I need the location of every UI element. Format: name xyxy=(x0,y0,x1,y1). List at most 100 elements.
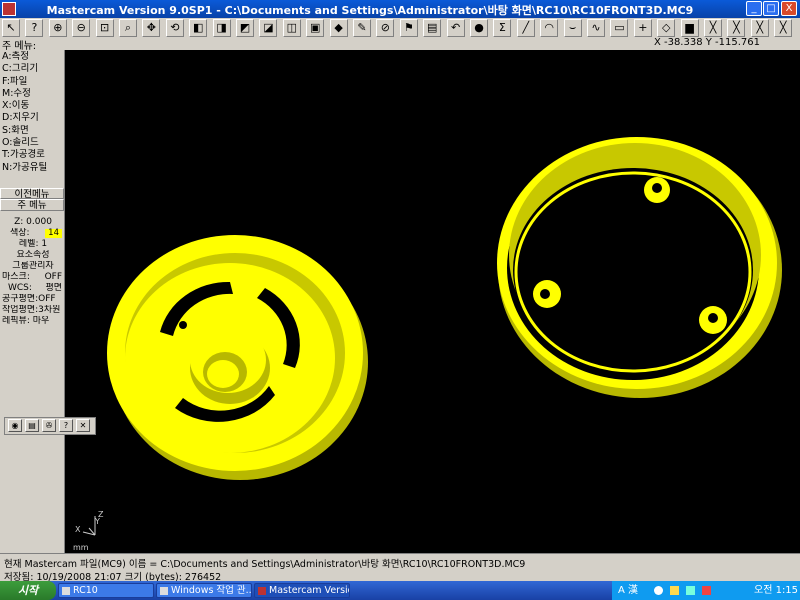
wrench-icon[interactable]: ✇ xyxy=(42,419,56,432)
attributes-button[interactable]: 요소속성 xyxy=(0,250,64,261)
move-icon[interactable]: ✥ xyxy=(142,19,161,37)
windows-taskbar: 시작 RC10 Windows 작업 관... Mastercam Versio… xyxy=(0,581,800,600)
system-tray: A 漢 오전 1:15 xyxy=(612,581,800,600)
level-label: 레벨: xyxy=(18,238,39,249)
close-x-icon-glyph: ╳ xyxy=(733,21,740,34)
group-manager-button[interactable]: 그룹관리자 xyxy=(0,261,64,272)
cube-view-icon[interactable]: ◫ xyxy=(282,19,301,37)
curve-icon[interactable]: ⌣ xyxy=(563,19,582,37)
cube-iso-icon-glyph: ◪ xyxy=(263,21,274,34)
close-x-icon[interactable]: ╳ xyxy=(750,19,769,37)
prev-menu-button[interactable]: 이전메뉴 xyxy=(0,187,64,200)
close-x-icon[interactable]: ╳ xyxy=(727,19,746,37)
cube-wire-icon[interactable]: ▣ xyxy=(306,19,325,37)
main-menu-button[interactable]: 주 메뉴 xyxy=(0,199,64,211)
main-menu-item[interactable]: T:가공경로 xyxy=(0,149,64,161)
task-mastercam[interactable]: Mastercam Versio... xyxy=(254,583,350,598)
level-button[interactable]: 레벨: 1 xyxy=(0,239,64,250)
task-task-manager[interactable]: Windows 작업 관... xyxy=(156,583,252,598)
sphere-icon[interactable]: ● xyxy=(470,19,488,37)
close-x-icon-glyph: ╳ xyxy=(756,21,764,34)
main-menu-item[interactable]: S:화면 xyxy=(0,125,64,137)
network-icon[interactable] xyxy=(654,586,663,595)
rotate-icon[interactable]: ⟲ xyxy=(165,19,184,37)
tool-plane-button[interactable]: 공구평면:OFF xyxy=(0,294,64,305)
cube-iso-icon[interactable]: ◪ xyxy=(259,19,278,37)
curve-icon-glyph: ⌣ xyxy=(568,21,577,34)
level-value: 1 xyxy=(41,238,48,249)
zoom-fit-icon-glyph: ⊡ xyxy=(99,21,110,34)
cube-side-icon[interactable]: ◩ xyxy=(236,19,254,37)
diamond-icon[interactable]: ◇ xyxy=(657,19,676,37)
spline-icon[interactable]: ∿ xyxy=(587,19,605,37)
graphics-viewport[interactable]: Z X Y mm xyxy=(65,50,800,553)
no-entry-icon[interactable]: ⊘ xyxy=(376,19,395,37)
help-icon[interactable]: ? xyxy=(25,19,44,37)
save-icon[interactable]: ▤ xyxy=(25,419,39,432)
clock[interactable]: 오전 1:15 xyxy=(754,581,798,600)
cube-wire-icon-glyph: ▣ xyxy=(309,21,321,34)
color-button[interactable]: 색상: 14 xyxy=(0,228,64,239)
task-rc10[interactable]: RC10 xyxy=(58,583,154,598)
wcs-button[interactable]: WCS: 평면 xyxy=(0,283,64,294)
close-x-icon[interactable]: ╳ xyxy=(704,19,722,37)
cube-front-icon[interactable]: ◨ xyxy=(212,19,231,37)
ime-indicator[interactable]: A 漢 xyxy=(618,581,638,600)
cube-shade-icon[interactable]: ◆ xyxy=(329,19,348,37)
attributes-icon-glyph: ▤ xyxy=(426,21,438,34)
axis-triad: Z X Y mm xyxy=(73,510,104,552)
attributes-icon[interactable]: ▤ xyxy=(423,19,442,37)
graphic-view-button[interactable]: 레픽뷰: 마우 xyxy=(0,316,64,327)
shield-icon[interactable] xyxy=(670,586,679,595)
rectangle-icon[interactable]: ▭ xyxy=(610,19,629,37)
model-canvas: Z X Y mm xyxy=(73,137,782,552)
folder-icon[interactable]: ▆ xyxy=(680,19,699,37)
maximize-button[interactable]: □ xyxy=(763,1,779,16)
mask-button[interactable]: 마스크: OFF xyxy=(0,272,64,283)
close-x-icon[interactable]: ╳ xyxy=(774,19,793,37)
cube-shade-icon-glyph: ◆ xyxy=(334,21,343,34)
plus-icon[interactable]: + xyxy=(633,19,652,37)
main-menu-item[interactable]: N:가공유틸 xyxy=(0,162,64,174)
flag-icon-glyph: ⚑ xyxy=(403,21,414,34)
pen-icon[interactable]: ✎ xyxy=(353,19,371,37)
sigma-icon[interactable]: Σ xyxy=(493,19,512,37)
axis-y-label: Y xyxy=(94,517,100,526)
close-button[interactable]: X xyxy=(781,1,797,16)
z-depth-button[interactable]: Z: 0.000 xyxy=(0,217,64,228)
pointer-icon[interactable]: ↖ xyxy=(2,19,20,37)
zoom-out-icon[interactable]: ⊖ xyxy=(72,19,91,37)
volume-icon[interactable] xyxy=(686,586,695,595)
spline-icon-glyph: ∿ xyxy=(591,21,601,34)
zoom-fit-icon[interactable]: ⊡ xyxy=(95,19,114,37)
cube-view-icon-glyph: ◫ xyxy=(286,21,297,34)
start-button[interactable]: 시작 xyxy=(0,581,56,600)
close-icon[interactable]: ✕ xyxy=(76,419,90,432)
minimize-button[interactable]: _ xyxy=(746,1,762,16)
zoom-window-icon[interactable]: ⌕ xyxy=(119,19,137,37)
status-bar: 현재 Mastercam 파일(MC9) 이름 = C:\Documents a… xyxy=(0,553,800,583)
cube-top-icon[interactable]: ◧ xyxy=(189,19,208,37)
title-bar: Mastercam Version 9.0SP1 - C:\Documents … xyxy=(0,0,800,18)
undo-icon[interactable]: ↶ xyxy=(446,19,465,37)
main-menu-item[interactable]: M:수정 xyxy=(0,88,64,100)
pointer-icon-glyph: ↖ xyxy=(6,21,16,34)
main-menu-item[interactable]: D:지우기 xyxy=(0,112,64,124)
gview-label: 레픽뷰: xyxy=(2,315,30,326)
main-menu-item[interactable]: X:이동 xyxy=(0,100,64,112)
pen-icon-glyph: ✎ xyxy=(357,21,367,34)
arc-icon[interactable]: ◠ xyxy=(540,19,559,37)
main-menu-item[interactable]: A:측정 xyxy=(0,51,64,63)
diamond-icon-glyph: ◇ xyxy=(661,21,671,34)
construction-plane-button[interactable]: 작업평면:3차원 xyxy=(0,305,64,316)
zoom-in-icon[interactable]: ⊕ xyxy=(48,19,67,37)
flag-icon[interactable]: ⚑ xyxy=(399,19,418,37)
main-menu-item[interactable]: O:솔리드 xyxy=(0,137,64,149)
alert-icon[interactable] xyxy=(702,586,711,595)
help-icon[interactable]: ? xyxy=(59,419,73,432)
main-menu-item[interactable]: C:그리기 xyxy=(0,63,64,75)
main-menu-item[interactable]: F:파일 xyxy=(0,76,64,88)
record-icon[interactable]: ◉ xyxy=(8,419,22,432)
task-label: Windows 작업 관... xyxy=(171,585,252,596)
line-icon[interactable]: ╱ xyxy=(516,19,535,37)
